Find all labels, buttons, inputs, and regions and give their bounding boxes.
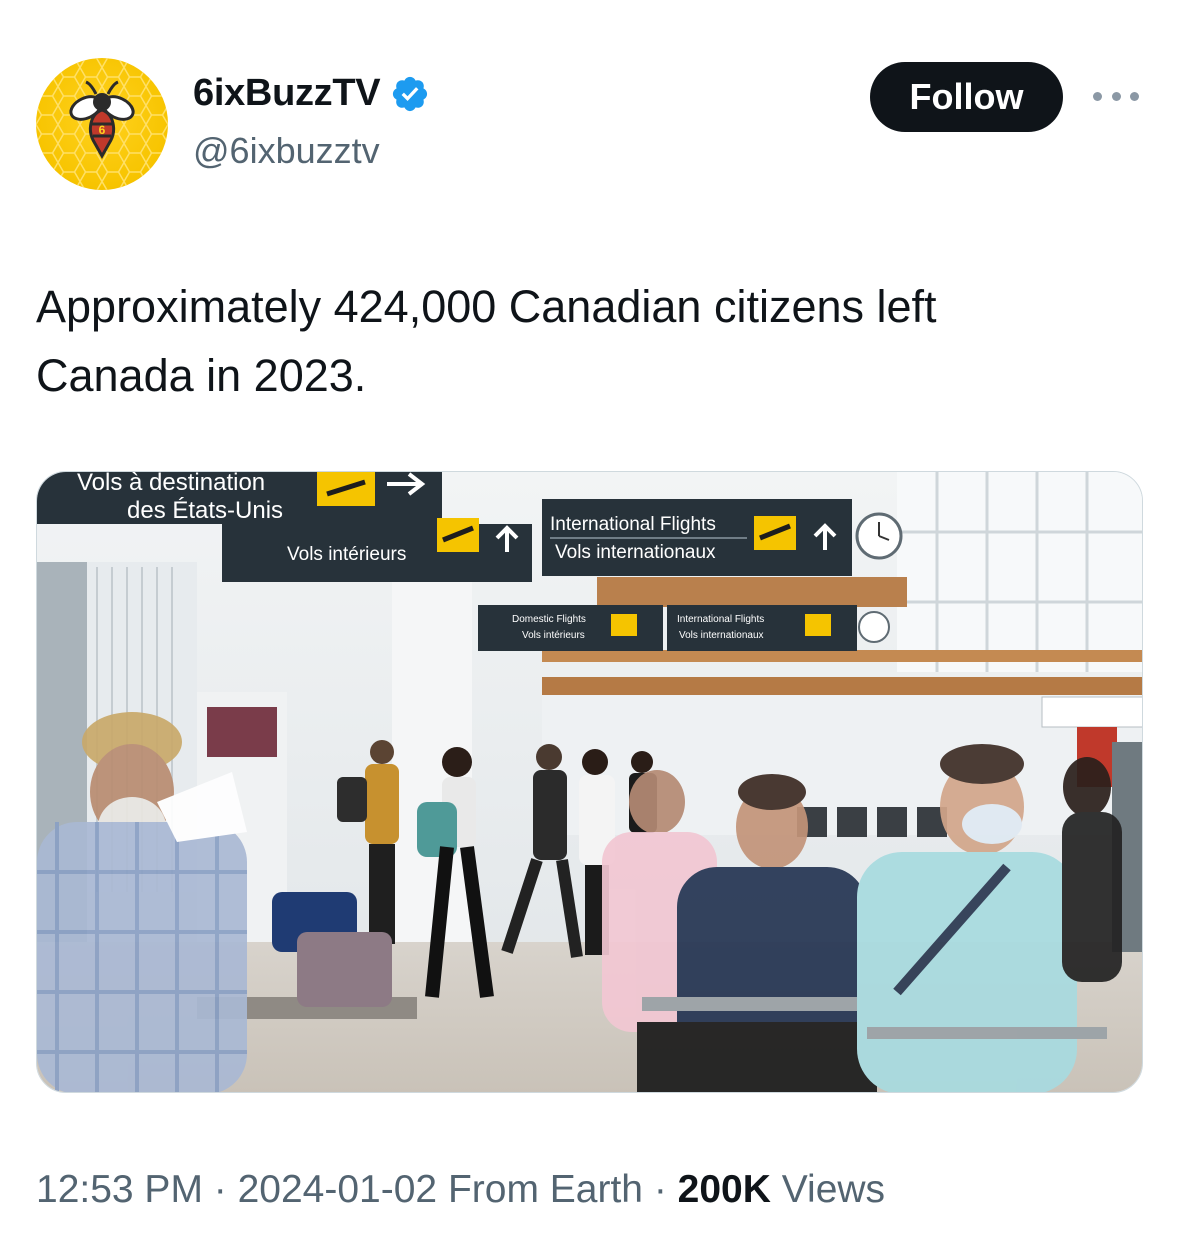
sign-text: Vols internationaux [679,630,764,641]
views-count[interactable]: 200K [678,1168,771,1211]
tweet-time[interactable]: 12:53 PM [36,1168,203,1211]
sign-text: Vols à destination [77,472,265,496]
sign-text: des États-Unis [127,497,283,524]
author-handle[interactable]: @6ixbuzztv [193,130,380,172]
avatar-badge-text: 6 [99,123,106,137]
sign-text: International Flights [550,514,716,535]
follow-button[interactable]: Follow [870,62,1063,132]
more-dots-icon[interactable] [1093,84,1139,108]
author-display-name[interactable]: 6ixBuzzTV [193,72,381,115]
tweet-meta: 12:53 PM · 2024-01-02 From Earth · 200K … [36,1168,885,1212]
meta-separator: · [642,1168,678,1211]
tweet-source: From Earth [437,1168,643,1211]
sign-text: Domestic Flights [512,614,586,625]
tweet-photo[interactable]: Vols à destination des États-Unis Vols i… [36,471,1143,1093]
avatar[interactable]: 6 [36,58,168,190]
bee-logo-icon: 6 [36,58,168,190]
airport-scene-image: Vols à destination des États-Unis Vols i… [37,472,1142,1092]
tweet-text: Approximately 424,000 Canadian citizens … [36,281,937,401]
more-dot [1111,91,1121,101]
tweet-date[interactable]: 2024-01-02 [238,1168,438,1211]
verified-badge-icon [390,74,430,114]
sign-text: Vols intérieurs [287,544,406,565]
views-label: Views [770,1168,886,1211]
sign-text: Vols internationaux [555,542,716,563]
sign-text: Vols intérieurs [522,630,585,641]
more-dot [1093,91,1102,101]
sign-text: International Flights [677,614,764,625]
more-dot [1130,91,1139,101]
author-name-row[interactable]: 6ixBuzzTV [193,72,430,115]
meta-separator: · [202,1168,238,1211]
